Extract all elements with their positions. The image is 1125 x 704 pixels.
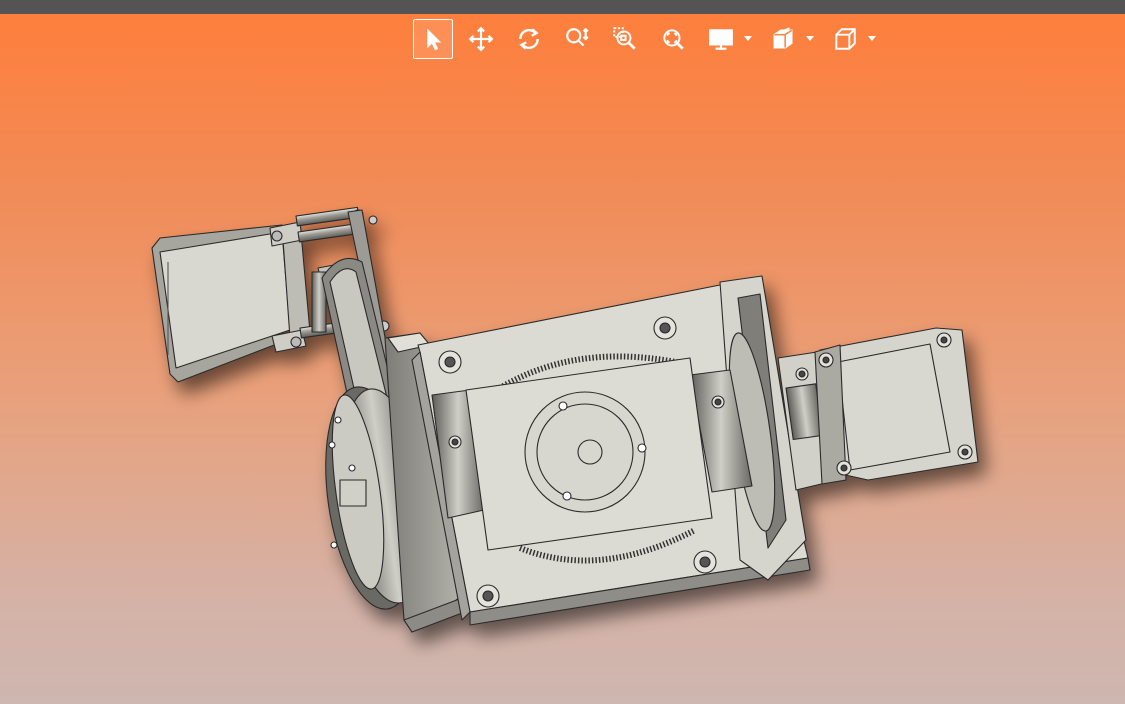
window-top-bar bbox=[0, 0, 1125, 14]
left-motor bbox=[151, 221, 311, 383]
center-carriage bbox=[465, 357, 713, 551]
3d-viewport[interactable] bbox=[0, 14, 1125, 704]
cad-assembly-model[interactable] bbox=[0, 14, 1125, 704]
right-motor bbox=[777, 327, 979, 491]
